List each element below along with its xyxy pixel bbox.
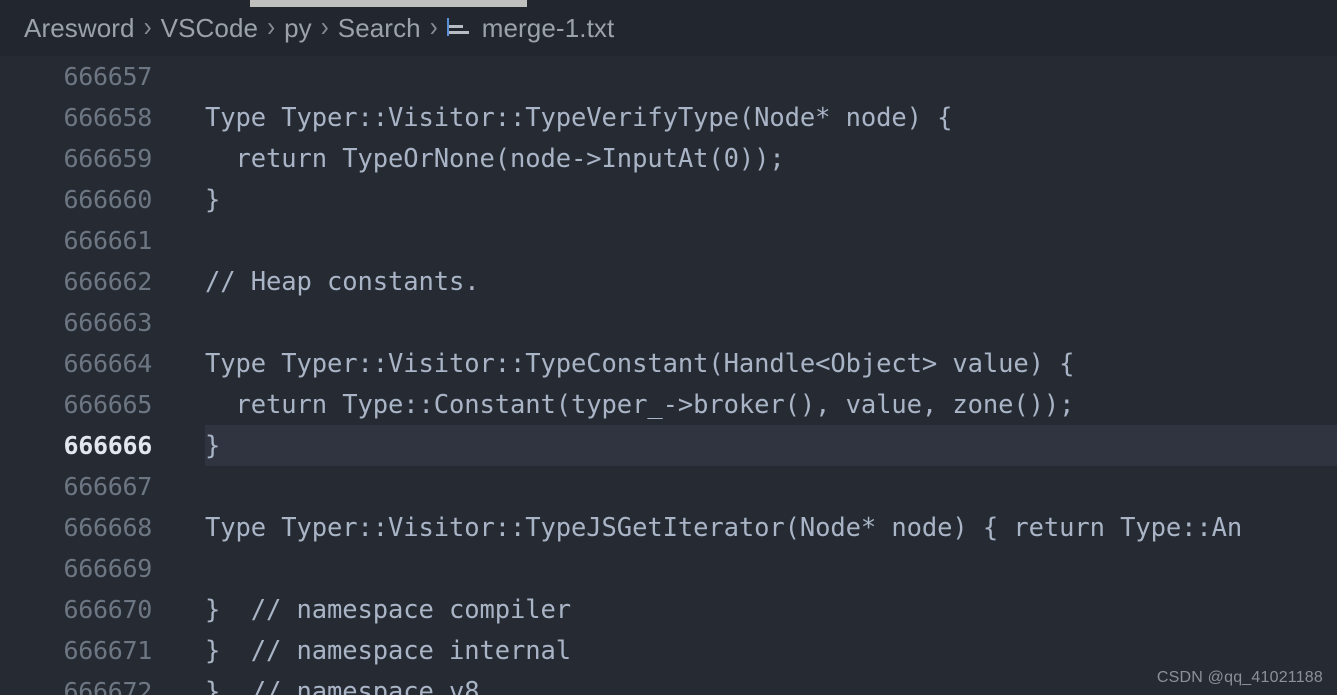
line-number: 666672 xyxy=(63,677,152,695)
code-line-text: return TypeOrNone(node->InputAt(0)); xyxy=(205,143,785,174)
code-line[interactable]: 666664 Type Typer::Visitor::TypeConstant(… xyxy=(0,343,1337,384)
vscode-editor-window: 666657666658 Type Typer::Visitor::TypeVer… xyxy=(0,0,1337,695)
line-number: 666669 xyxy=(63,554,152,583)
breadcrumb-separator: › xyxy=(320,11,329,43)
code-line[interactable]: 666665 return Type::Constant(typer_->bro… xyxy=(0,384,1337,425)
line-number: 666670 xyxy=(63,595,152,624)
code-line-text: } // namespace v8 xyxy=(205,676,480,695)
code-editor-surface[interactable]: 666657666658 Type Typer::Visitor::TypeVer… xyxy=(0,56,1337,695)
code-line[interactable]: 666662 // Heap constants. xyxy=(0,261,1337,302)
code-line[interactable]: 666667 xyxy=(0,466,1337,507)
code-line[interactable]: 666670 } // namespace compiler xyxy=(0,589,1337,630)
line-number: 666657 xyxy=(63,62,152,91)
code-line-text: } xyxy=(205,430,221,461)
line-number: 666659 xyxy=(63,144,152,173)
breadcrumb-separator: › xyxy=(429,11,438,43)
line-number: 666663 xyxy=(63,308,152,337)
breadcrumb-item-file[interactable]: merge-1.txt xyxy=(446,12,615,44)
code-line[interactable]: 666668 Type Typer::Visitor::TypeJSGetIter… xyxy=(0,507,1337,548)
code-line-text: Type Typer::Visitor::TypeJSGetIterator(N… xyxy=(205,512,1243,543)
code-line[interactable]: 666666} xyxy=(0,425,1337,466)
code-line[interactable]: 666671 } // namespace internal xyxy=(0,630,1337,671)
line-number: 666666 xyxy=(63,431,152,460)
code-line[interactable]: 666663 xyxy=(0,302,1337,343)
code-line[interactable]: 666659 return TypeOrNone(node->InputAt(0… xyxy=(0,138,1337,179)
code-line[interactable]: 666672 } // namespace v8 xyxy=(0,671,1337,695)
line-number: 666671 xyxy=(63,636,152,665)
line-number: 666660 xyxy=(63,185,152,214)
active-line-highlight xyxy=(205,425,1337,466)
watermark: CSDN @qq_41021188 xyxy=(1156,669,1323,686)
line-number: 666662 xyxy=(63,267,152,296)
code-line[interactable]: 666660} xyxy=(0,179,1337,220)
horizontal-scrollbar-thumb[interactable] xyxy=(250,0,527,7)
code-line[interactable]: 666669 xyxy=(0,548,1337,589)
code-line-text: return Type::Constant(typer_->broker(), … xyxy=(205,389,1075,420)
horizontal-scrollbar[interactable] xyxy=(0,0,1337,7)
code-line-text: } // namespace compiler xyxy=(205,594,572,625)
code-line-text: Type Typer::Visitor::TypeVerifyType(Node… xyxy=(205,102,953,133)
breadcrumb-item-aresword[interactable]: Aresword xyxy=(24,13,135,44)
breadcrumb-item-py[interactable]: py xyxy=(284,13,312,44)
code-line[interactable]: 666658 Type Typer::Visitor::TypeVerifyTyp… xyxy=(0,97,1337,138)
line-number: 666668 xyxy=(63,513,152,542)
code-line-text: Type Typer::Visitor::TypeConstant(Handle… xyxy=(205,348,1075,379)
line-number: 666661 xyxy=(63,226,152,255)
line-number: 666658 xyxy=(63,103,152,132)
line-number: 666665 xyxy=(63,390,152,419)
line-number: 666664 xyxy=(63,349,152,378)
code-line-text: // Heap constants. xyxy=(205,266,480,297)
breadcrumb-item-vscode[interactable]: VSCode xyxy=(161,13,258,44)
breadcrumb-separator: › xyxy=(267,11,276,43)
breadcrumb-separator: › xyxy=(143,11,152,43)
code-line[interactable]: 666657 xyxy=(0,56,1337,97)
breadcrumb-file-label: merge-1.txt xyxy=(481,12,615,43)
code-line-text: } // namespace internal xyxy=(205,635,572,666)
breadcrumb-bar: Aresword › VSCode › py › Search › merge-… xyxy=(0,0,1337,56)
text-file-icon xyxy=(446,17,471,39)
code-line-text: } xyxy=(205,184,221,215)
code-line[interactable]: 666661 xyxy=(0,220,1337,261)
line-number: 666667 xyxy=(63,472,152,501)
breadcrumb-item-search[interactable]: Search xyxy=(338,13,421,44)
